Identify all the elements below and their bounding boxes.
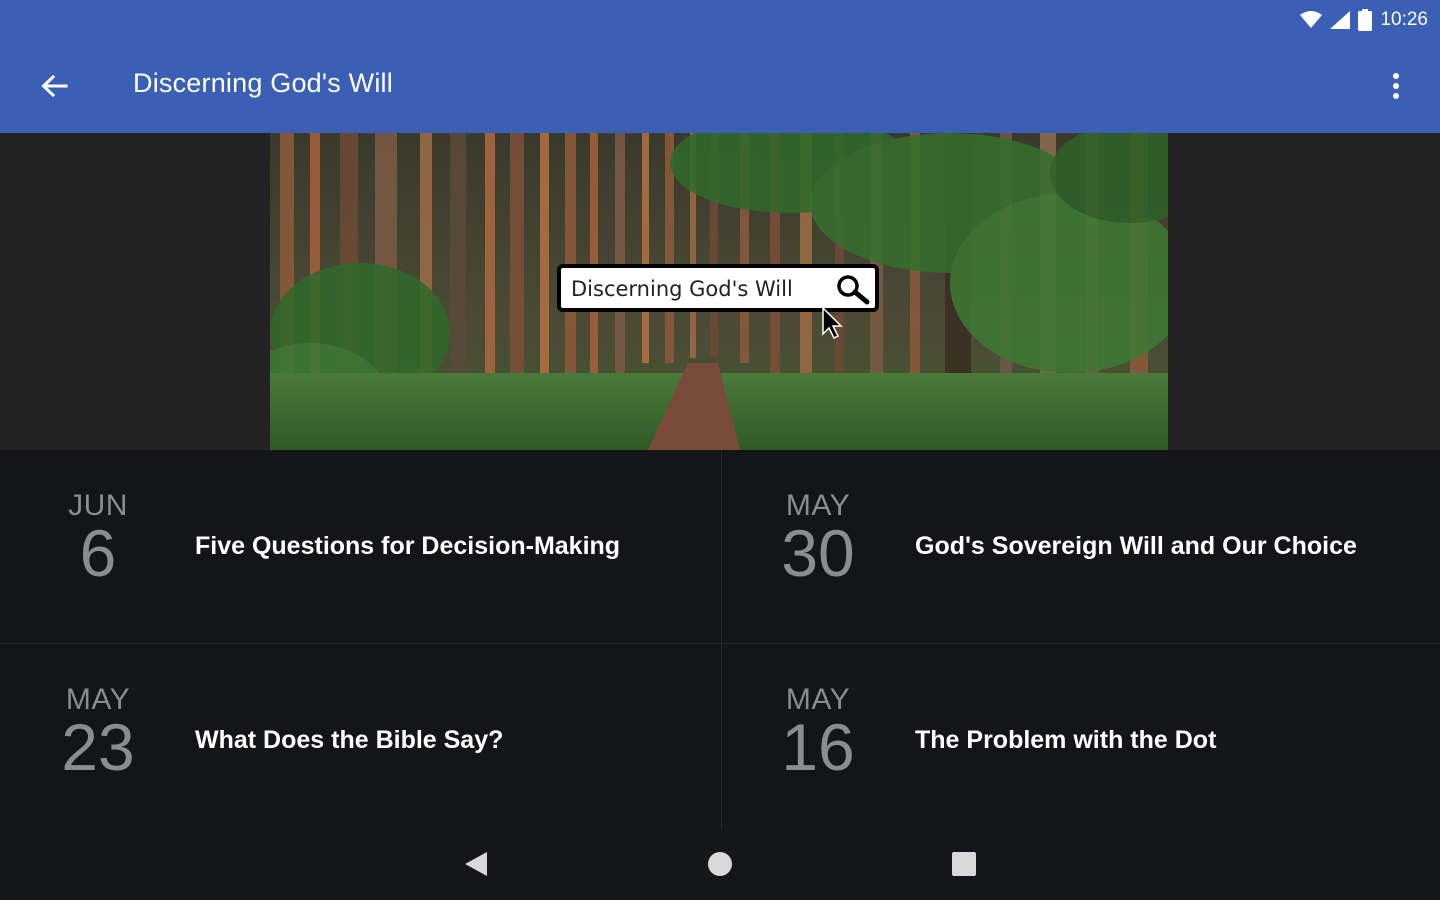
episode-title: What Does the Bible Say? [195,726,504,754]
episode-day: 30 [781,516,855,590]
episode-title: God's Sovereign Will and Our Choice [915,532,1357,560]
series-banner-image: Discerning God's Will [270,133,1168,450]
grid-divider-horizontal [0,643,1440,644]
episode-item[interactable]: JUN 6 Five Questions for Decision-Making [0,450,720,643]
arrow-left-icon [41,74,68,98]
episode-day: 23 [61,710,135,784]
status-bar: 10:26 [0,0,1440,40]
overflow-menu-button[interactable] [1372,62,1420,110]
episode-grid: JUN 6 Five Questions for Decision-Making… [0,450,1440,830]
episode-day: 16 [781,710,855,784]
back-triangle-icon [465,852,487,876]
episode-date: MAY 23 [40,684,156,784]
grid-divider-vertical [721,450,722,830]
episode-item[interactable]: MAY 30 God's Sovereign Will and Our Choi… [720,450,1440,643]
nav-back-button[interactable] [448,844,504,884]
wifi-icon [1300,11,1323,28]
status-time: 10:26 [1380,9,1428,30]
nav-home-button[interactable] [692,844,748,884]
episode-day: 6 [79,516,117,590]
status-icons: 10:26 [1300,6,1428,34]
episode-item[interactable]: MAY 23 What Does the Bible Say? [0,644,720,837]
hero-search-box: Discerning God's Will [557,264,879,312]
hero-search-text: Discerning God's Will [571,277,793,301]
app-bar: Discerning God's Will [0,40,1440,133]
episode-date: MAY 16 [760,684,876,784]
episode-title: The Problem with the Dot [915,726,1217,754]
home-circle-icon [708,852,732,876]
more-vert-icon [1393,73,1399,99]
battery-icon [1358,9,1373,31]
magnifier-icon [837,275,870,305]
episode-title: Five Questions for Decision-Making [195,532,621,560]
cell-signal-icon [1330,11,1351,29]
recents-square-icon [952,852,976,876]
episode-item[interactable]: MAY 16 The Problem with the Dot [720,644,1440,837]
back-button[interactable] [30,62,78,110]
nav-recents-button[interactable] [936,844,992,884]
system-nav-bar [0,830,1440,900]
cursor-icon [822,306,843,340]
episode-date: JUN 6 [40,490,156,590]
page-title: Discerning God's Will [133,68,393,98]
episode-date: MAY 30 [760,490,876,590]
